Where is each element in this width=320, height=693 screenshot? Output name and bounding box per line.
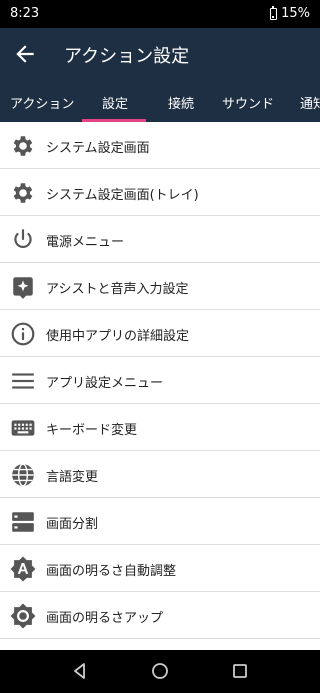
list-item[interactable]: 使用中アプリの詳細設定 <box>0 310 320 357</box>
list-item[interactable]: システム設定画面(トレイ) <box>0 169 320 216</box>
keyboard-icon <box>11 420 35 436</box>
battery-indicator: 15% <box>270 5 310 21</box>
battery-percent: 15% <box>281 6 310 21</box>
list-item[interactable]: アシストと音声入力設定 <box>0 263 320 310</box>
list-item[interactable]: 画面の明るさアップ <box>0 592 320 639</box>
nav-home-icon[interactable] <box>150 661 170 681</box>
assistant-icon <box>13 277 33 299</box>
list-item[interactable]: システム設定画面 <box>0 122 320 169</box>
tab-notification[interactable]: 通知 <box>300 93 320 112</box>
tab-bar: アクション 設定 接続 サウンド 通知 <box>0 80 320 122</box>
system-nav-bar <box>0 650 320 693</box>
split-screen-icon <box>12 512 34 532</box>
nav-back-icon[interactable] <box>70 661 90 681</box>
list-item-label: システム設定画面 <box>46 141 150 156</box>
tab-settings[interactable]: 設定 <box>102 93 128 112</box>
list-item[interactable]: アプリ設定メニュー <box>0 357 320 404</box>
list-item[interactable]: 言語変更 <box>0 451 320 498</box>
list-item[interactable]: 画面分割 <box>0 498 320 545</box>
back-arrow-icon[interactable] <box>12 41 38 67</box>
menu-icon <box>12 373 34 389</box>
list-item[interactable]: 電源メニュー <box>0 216 320 263</box>
gear-icon <box>13 136 33 156</box>
gear-icon <box>13 183 33 203</box>
list-item-label: 言語変更 <box>46 470 99 485</box>
list-item-label: システム設定画面(トレイ) <box>46 188 199 203</box>
tab-connection[interactable]: 接続 <box>168 93 194 112</box>
power-icon <box>14 229 32 249</box>
list-item-label: 使用中アプリの詳細設定 <box>46 329 190 344</box>
app-bar: アクション設定 <box>0 28 320 80</box>
status-bar: 8:23 15% <box>0 0 320 28</box>
list-item-label: キーボード変更 <box>46 423 138 438</box>
globe-icon <box>12 463 34 487</box>
settings-list: システム設定画面 システム設定画面(トレイ) 電源メニュー アシストと音声入力設… <box>0 122 320 650</box>
tab-action[interactable]: アクション <box>10 93 74 112</box>
list-item-label: 画面分割 <box>46 517 99 532</box>
status-time: 8:23 <box>10 6 40 21</box>
nav-recents-icon[interactable] <box>230 661 250 681</box>
list-item-label: アプリ設定メニュー <box>46 376 164 391</box>
list-item[interactable]: 画面の明るさ自動調整 <box>0 545 320 592</box>
list-item-label: 画面の明るさアップ <box>46 611 164 626</box>
brightness-up-icon <box>10 603 36 629</box>
list-item-label: 画面の明るさ自動調整 <box>46 564 177 579</box>
list-item[interactable]: キーボード変更 <box>0 404 320 451</box>
tab-sound[interactable]: サウンド <box>222 93 274 112</box>
brightness-auto-icon <box>10 556 36 582</box>
page-title: アクション設定 <box>64 46 190 67</box>
info-icon <box>11 322 35 346</box>
battery-icon <box>270 5 278 20</box>
list-item-label: 電源メニュー <box>46 235 125 250</box>
list-item-label: アシストと音声入力設定 <box>46 282 189 297</box>
